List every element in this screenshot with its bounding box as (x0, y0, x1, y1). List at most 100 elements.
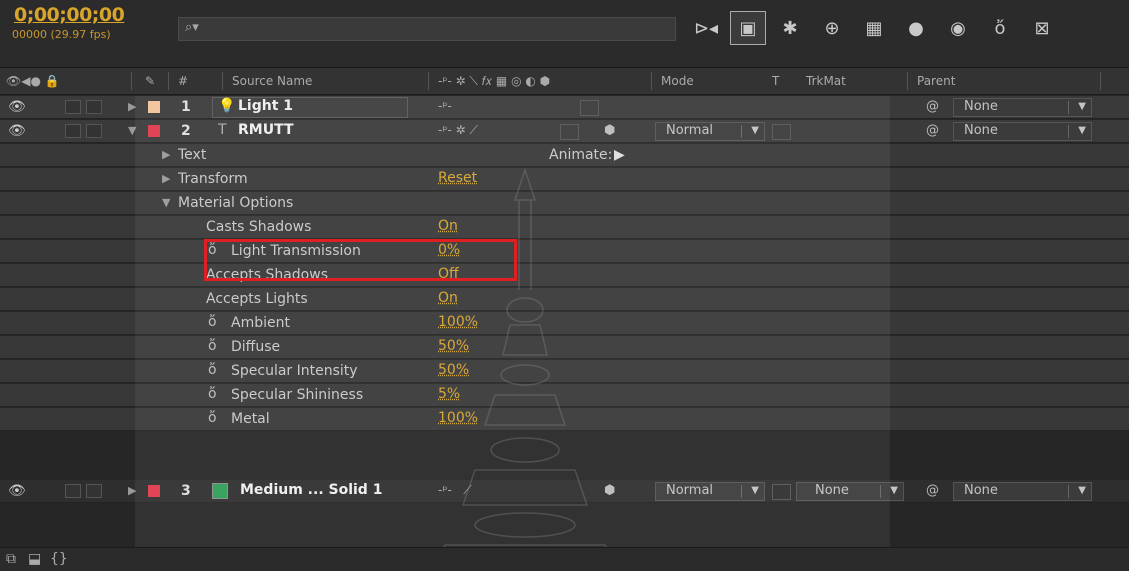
prop-metal[interactable]: ὄ Metal 100% (0, 408, 1129, 431)
column-t[interactable]: T (772, 74, 779, 88)
preserve-transparency-switch[interactable] (772, 124, 791, 140)
mode-dropdown[interactable]: Normal ▼ (655, 482, 765, 501)
prop-value[interactable]: On (438, 218, 458, 234)
eye-icon[interactable]: 👁 (8, 99, 26, 115)
solo-switch[interactable] (65, 124, 81, 138)
transfer-controls-icon[interactable]: ⬓ (28, 551, 41, 567)
layer-row-2[interactable]: 👁 ▼ 2 T RMUTT -ᵖ- ✲ ⟋ ⬢ Normal ▼ @ None … (0, 120, 1129, 143)
prop-value[interactable]: 100% (438, 314, 478, 330)
prop-text[interactable]: ▶ Text Animate: ▶ (0, 144, 1129, 167)
in-out-toggle-icon[interactable]: {} (50, 551, 68, 567)
solo-switch[interactable] (65, 484, 81, 498)
motion-blur-icon[interactable]: ▦ (856, 11, 892, 45)
timecode-display[interactable]: 0;00;00;00 (14, 4, 125, 26)
graph-icon[interactable]: ⊠ (1024, 11, 1060, 45)
prop-specular-intensity[interactable]: ὄ Specular Intensity 50% (0, 360, 1129, 383)
column-source-name[interactable]: Source Name (232, 74, 312, 88)
eye-icon[interactable]: 👁 (8, 483, 26, 499)
stopwatch-icon[interactable]: ὄ (208, 314, 217, 330)
prop-casts-shadows[interactable]: Casts Shadows On (0, 216, 1129, 239)
comp-mini-flowchart-icon[interactable]: ⊳◂ (688, 11, 724, 45)
prop-diffuse[interactable]: ὄ Diffuse 50% (0, 336, 1129, 359)
3d-layer-icon[interactable]: ⬢ (604, 123, 615, 138)
label-color[interactable] (148, 125, 160, 137)
lock-switch[interactable] (86, 124, 102, 138)
brainstorm-icon[interactable]: ● (898, 11, 934, 45)
prop-value[interactable]: 50% (438, 362, 469, 378)
stopwatch-icon[interactable]: ὄ (208, 362, 217, 378)
column-hash[interactable]: # (178, 74, 188, 88)
draft-3d-icon[interactable]: ▣ (730, 11, 766, 45)
pickwhip-icon[interactable]: @ (926, 483, 939, 498)
prop-value[interactable]: 100% (438, 410, 478, 426)
column-trkmat[interactable]: TrkMat (806, 74, 846, 88)
twirl-right-icon[interactable]: ▶ (162, 148, 170, 161)
prop-material-options[interactable]: ▼ Material Options (0, 192, 1129, 215)
adjustment-switch[interactable] (560, 124, 579, 140)
parent-dropdown[interactable]: None ▼ (953, 122, 1092, 141)
prop-value[interactable]: 50% (438, 338, 469, 354)
av-features-icon[interactable]: 👁◀● 🔒 (6, 74, 60, 88)
trkmat-dropdown[interactable]: None ▼ (796, 482, 904, 501)
frame-blending-icon[interactable]: ⊕ (814, 11, 850, 45)
twirl-right-icon[interactable]: ▶ (162, 172, 170, 185)
shy-layers-icon[interactable]: ✱ (772, 11, 808, 45)
lock-switch[interactable] (86, 484, 102, 498)
stopwatch-icon[interactable]: ὄ (208, 386, 217, 402)
layer-row-1[interactable]: 👁 ▶ 1 💡 Light 1 -ᵖ- @ None ▼ (0, 96, 1129, 119)
twirl-down-icon[interactable]: ▼ (162, 196, 170, 209)
layer-name[interactable]: Light 1 (238, 98, 293, 114)
frame-count: 00000 (29.97 fps) (12, 28, 111, 41)
mode-dropdown[interactable]: Normal ▼ (655, 122, 765, 141)
layer-switches-toggle-icon[interactable]: ⧉ (6, 551, 16, 567)
prop-value[interactable]: 5% (438, 386, 460, 402)
animate-label[interactable]: Animate: (549, 147, 612, 163)
3d-layer-icon[interactable]: ⬢ (604, 483, 615, 498)
stopwatch-icon[interactable]: ὄ (208, 410, 217, 426)
label-color[interactable] (148, 101, 160, 113)
lock-switch[interactable] (86, 100, 102, 114)
twirl-right-icon[interactable]: ▶ (128, 484, 136, 497)
parent-value: None (964, 99, 998, 114)
twirl-down-icon[interactable]: ▼ (128, 124, 136, 137)
parent-dropdown[interactable]: None ▼ (953, 98, 1092, 117)
prop-light-transmission[interactable]: ὄ Light Transmission 0% (0, 240, 1129, 263)
preserve-transparency-switch[interactable] (772, 484, 791, 500)
prop-label: Material Options (178, 195, 294, 211)
label-icon[interactable]: ✎ (145, 74, 155, 88)
animate-arrow-icon[interactable]: ▶ (614, 147, 625, 163)
switches-icons[interactable]: -ᵖ- ⟋ (438, 483, 472, 498)
eye-icon[interactable]: 👁 (8, 123, 26, 139)
chevron-down-icon: ▼ (751, 125, 759, 136)
stopwatch-icon[interactable]: ὄ (208, 338, 217, 354)
switches-icons[interactable]: -ᵖ- ✲ ⟋ (438, 123, 478, 138)
prop-ambient[interactable]: ὄ Ambient 100% (0, 312, 1129, 335)
shy-switch-icon[interactable]: -ᵖ- (438, 99, 452, 113)
auto-keyframe-icon[interactable]: ὄ (982, 11, 1018, 45)
parent-dropdown[interactable]: None ▼ (953, 482, 1092, 501)
prop-accepts-shadows[interactable]: Accepts Shadows Off (0, 264, 1129, 287)
pickwhip-icon[interactable]: @ (926, 99, 939, 114)
prop-label: Text (178, 147, 207, 163)
3d-switch[interactable] (580, 100, 599, 116)
reset-link[interactable]: Reset (438, 170, 477, 186)
layer-name[interactable]: Medium ... Solid 1 (240, 482, 382, 498)
column-mode[interactable]: Mode (661, 74, 694, 88)
prop-accepts-lights[interactable]: Accepts Lights On (0, 288, 1129, 311)
column-parent[interactable]: Parent (917, 74, 955, 88)
mode-value: Normal (666, 123, 714, 138)
twirl-right-icon[interactable]: ▶ (128, 100, 136, 113)
graph-editor-icon[interactable]: ◉ (940, 11, 976, 45)
prop-value[interactable]: On (438, 290, 458, 306)
prop-specular-shininess[interactable]: ὄ Specular Shininess 5% (0, 384, 1129, 407)
label-color[interactable] (148, 485, 160, 497)
solo-switch[interactable] (65, 100, 81, 114)
layer-name[interactable]: RMUTT (238, 122, 294, 138)
pickwhip-icon[interactable]: @ (926, 123, 939, 138)
solid-color-swatch (212, 483, 228, 499)
prop-transform[interactable]: ▶ Transform Reset (0, 168, 1129, 191)
parent-value: None (964, 123, 998, 138)
search-input[interactable]: ⌕▾ (178, 17, 676, 41)
switches-icons[interactable]: -ᵖ- ✲ ⟍ 𝑓𝑥 ▦ ◎ ◐ ⬢ (438, 74, 550, 89)
layer-row-3[interactable]: 👁 ▶ 3 Medium ... Solid 1 -ᵖ- ⟋ ⬢ Normal … (0, 480, 1129, 503)
